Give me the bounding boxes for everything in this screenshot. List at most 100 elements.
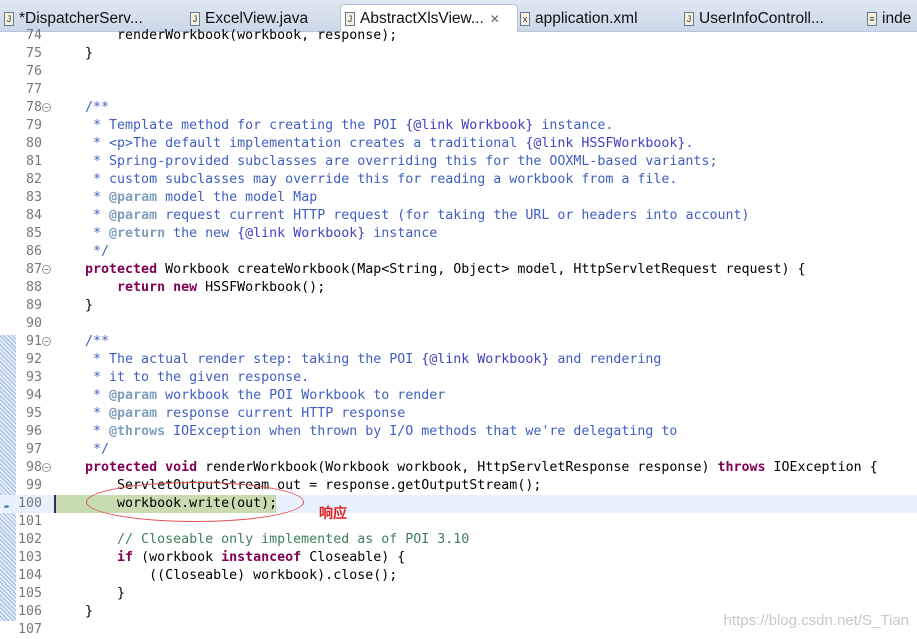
html-file-icon: ≡ (867, 11, 877, 26)
code-line[interactable]: 82 * custom subclasses may override this… (0, 171, 917, 189)
code-line[interactable]: 97 */ (0, 441, 917, 459)
code-text: * @return the new {@link Workbook} insta… (53, 225, 437, 243)
code-line[interactable]: 98− protected void renderWorkbook(Workbo… (0, 459, 917, 477)
code-text: // Closeable only implemented as of POI … (53, 531, 469, 549)
code-text: if (workbook instanceof Closeable) { (53, 549, 405, 567)
line-number: 105 (17, 586, 42, 601)
code-token: response current HTTP response (157, 406, 406, 421)
code-token: // Closeable only implemented as of POI … (53, 532, 470, 547)
code-text: /** (53, 333, 109, 351)
code-token: } (53, 586, 126, 601)
line-number: 100 (17, 496, 42, 511)
code-line[interactable]: 91− /** (0, 333, 917, 351)
code-line[interactable]: 74 renderWorkbook(workbook, response); (0, 27, 917, 45)
code-text: } (53, 297, 93, 315)
code-token: if (53, 550, 134, 565)
line-number: 103 (17, 550, 42, 565)
code-token: /** (53, 100, 110, 115)
line-number: 82 (25, 172, 42, 187)
code-line[interactable]: 75 } (0, 45, 917, 63)
code-line[interactable]: 95 * @param response current HTTP respon… (0, 405, 917, 423)
code-line[interactable]: 96 * @throws IOException when thrown by … (0, 423, 917, 441)
code-text: renderWorkbook(workbook, response); (53, 27, 397, 45)
code-line[interactable]: 76 (0, 63, 917, 81)
line-number: 107 (17, 622, 42, 637)
code-line[interactable]: 93 * it to the given response. (0, 369, 917, 387)
line-number: 102 (17, 532, 42, 547)
code-line[interactable]: 77 (0, 81, 917, 99)
code-token: @param (109, 406, 158, 421)
code-text: * @param request current HTTP request (f… (53, 207, 750, 225)
code-line[interactable]: 86 */ (0, 243, 917, 261)
fold-collapse-icon[interactable]: − (42, 103, 51, 112)
code-line[interactable]: 84 * @param request current HTTP request… (0, 207, 917, 225)
xml-file-icon: x (520, 11, 530, 26)
fold-collapse-icon[interactable]: − (42, 265, 51, 274)
code-text: } (53, 603, 93, 621)
code-token: * (53, 424, 110, 439)
code-token: protected void (53, 460, 198, 475)
close-tab-icon[interactable]: ✕ (490, 12, 500, 26)
line-number: 79 (25, 118, 42, 133)
java-file-icon: J (4, 11, 14, 26)
code-line[interactable]: 102 // Closeable only implemented as of … (0, 531, 917, 549)
code-token: @param (109, 388, 158, 403)
code-token: * custom subclasses may override this fo… (53, 172, 678, 187)
code-token: */ (53, 244, 110, 259)
code-token: {@link HSSFWorkbook} (525, 136, 686, 151)
code-token: renderWorkbook(Workbook workbook, HttpSe… (197, 460, 718, 475)
code-token: request current HTTP request (for taking… (157, 208, 750, 223)
code-token: * The actual render step: taking the POI (53, 352, 422, 367)
code-text: * Spring-provided subclasses are overrid… (53, 153, 717, 171)
line-number: 80 (25, 136, 42, 151)
code-line[interactable]: 105 } (0, 585, 917, 603)
code-token: @param (109, 190, 158, 205)
code-line[interactable]: 80 * <p>The default implementation creat… (0, 135, 917, 153)
fold-collapse-icon[interactable]: − (42, 463, 51, 472)
code-line[interactable]: 94 * @param workbook the POI Workbook to… (0, 387, 917, 405)
code-line[interactable]: 85 * @return the new {@link Workbook} in… (0, 225, 917, 243)
line-number: 104 (17, 568, 42, 583)
code-token: {@link Workbook} (421, 352, 550, 367)
code-token: protected (53, 262, 158, 277)
code-line[interactable]: 92 * The actual render step: taking the … (0, 351, 917, 369)
line-number: 93 (25, 370, 42, 385)
code-editor[interactable]: 74 renderWorkbook(workbook, response); 75… (0, 28, 917, 637)
code-text: * Template method for creating the POI {… (53, 117, 613, 135)
code-token: * Template method for creating the POI (53, 118, 406, 133)
code-token: {@link Workbook} (405, 118, 534, 133)
code-line[interactable]: 90 (0, 315, 917, 333)
code-line[interactable]: 104 ((Closeable) workbook).close(); (0, 567, 917, 585)
fold-collapse-icon[interactable]: − (42, 337, 51, 346)
tab-label: inde (882, 9, 912, 27)
line-number: 95 (25, 406, 42, 421)
code-line[interactable]: 87− protected Workbook createWorkbook(Ma… (0, 261, 917, 279)
code-line[interactable]: 88 return new HSSFWorkbook(); (0, 279, 917, 297)
code-line[interactable]: 103 if (workbook instanceof Closeable) { (0, 549, 917, 567)
code-text: * @param response current HTTP response (53, 405, 405, 423)
line-number: 87 (25, 262, 42, 277)
code-token: * <p>The default implementation creates … (53, 136, 526, 151)
line-number: 83 (25, 190, 42, 205)
code-token: (workbook (133, 550, 222, 565)
line-number: 98 (25, 460, 42, 475)
code-line[interactable]: 78− /** (0, 99, 917, 117)
line-number: 94 (25, 388, 42, 403)
code-token: instance. (533, 118, 614, 133)
watermark: https://blog.csdn.net/S_Tian (723, 612, 909, 629)
code-line[interactable]: 79 * Template method for creating the PO… (0, 117, 917, 135)
code-text: /** (53, 99, 109, 117)
code-line[interactable]: 89 } (0, 297, 917, 315)
code-line[interactable]: 83 * @param model the model Map (0, 189, 917, 207)
code-line[interactable]: 81 * Spring-provided subclasses are over… (0, 153, 917, 171)
code-token: renderWorkbook(workbook, response); (53, 28, 398, 43)
code-token: instance (365, 226, 438, 241)
code-token: * Spring-provided subclasses are overrid… (53, 154, 718, 169)
tab-label: ExcelView.java (205, 9, 309, 27)
line-number: 90 (25, 316, 42, 331)
code-text: * @param workbook the POI Workbook to re… (53, 387, 445, 405)
code-text: * @throws IOException when thrown by I/O… (53, 423, 677, 441)
line-number: 77 (25, 82, 42, 97)
code-text: * The actual render step: taking the POI… (53, 351, 661, 369)
line-number: 91 (25, 334, 42, 349)
